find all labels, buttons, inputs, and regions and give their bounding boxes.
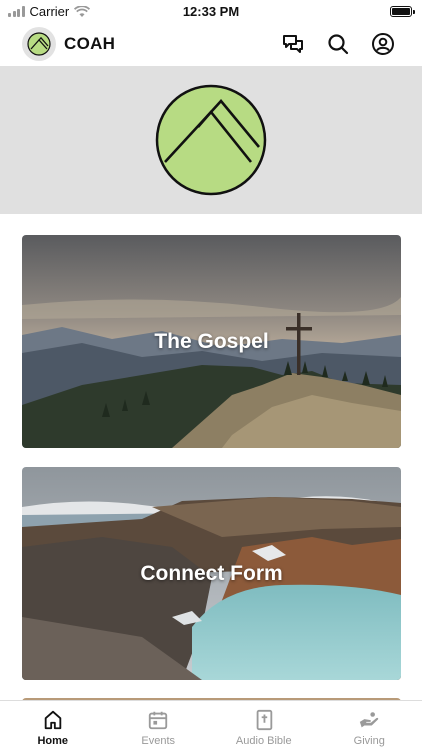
home-icon bbox=[44, 710, 61, 730]
card-connect-form[interactable]: Connect Form bbox=[22, 467, 401, 680]
profile-logo-button[interactable] bbox=[22, 27, 56, 61]
clock: 12:33 PM bbox=[182, 4, 240, 19]
tab-label: Events bbox=[141, 735, 176, 747]
bible-icon bbox=[256, 709, 272, 731]
tab-events[interactable]: Events bbox=[106, 701, 212, 750]
tab-giving[interactable]: Giving bbox=[317, 701, 422, 750]
calendar-icon bbox=[149, 711, 168, 730]
tab-label: Home bbox=[37, 735, 69, 747]
battery-icon bbox=[390, 6, 415, 17]
tab-label: Audio Bible bbox=[235, 735, 292, 747]
tab-home[interactable]: Home bbox=[0, 701, 106, 750]
messages-icon[interactable] bbox=[280, 31, 306, 57]
coah-logo-large bbox=[155, 84, 267, 196]
tab-label: Giving bbox=[353, 735, 385, 747]
coah-logo-icon bbox=[27, 32, 51, 56]
card-title: The Gospel bbox=[154, 329, 269, 353]
bottom-tab-bar: Home Events Audio Bible Giving bbox=[0, 700, 422, 750]
tab-audio-bible[interactable]: Audio Bible bbox=[211, 701, 317, 750]
card-the-gospel[interactable]: The Gospel bbox=[22, 235, 401, 448]
app-title: COAH bbox=[64, 34, 116, 53]
church-logo-banner bbox=[0, 66, 422, 214]
search-icon[interactable] bbox=[325, 31, 351, 57]
account-icon[interactable] bbox=[370, 31, 396, 57]
giving-hand-icon bbox=[360, 712, 379, 728]
app-header: COAH bbox=[0, 22, 422, 66]
status-bar: Carrier 12:33 PM bbox=[0, 0, 422, 22]
card-title: Connect Form bbox=[140, 561, 283, 585]
